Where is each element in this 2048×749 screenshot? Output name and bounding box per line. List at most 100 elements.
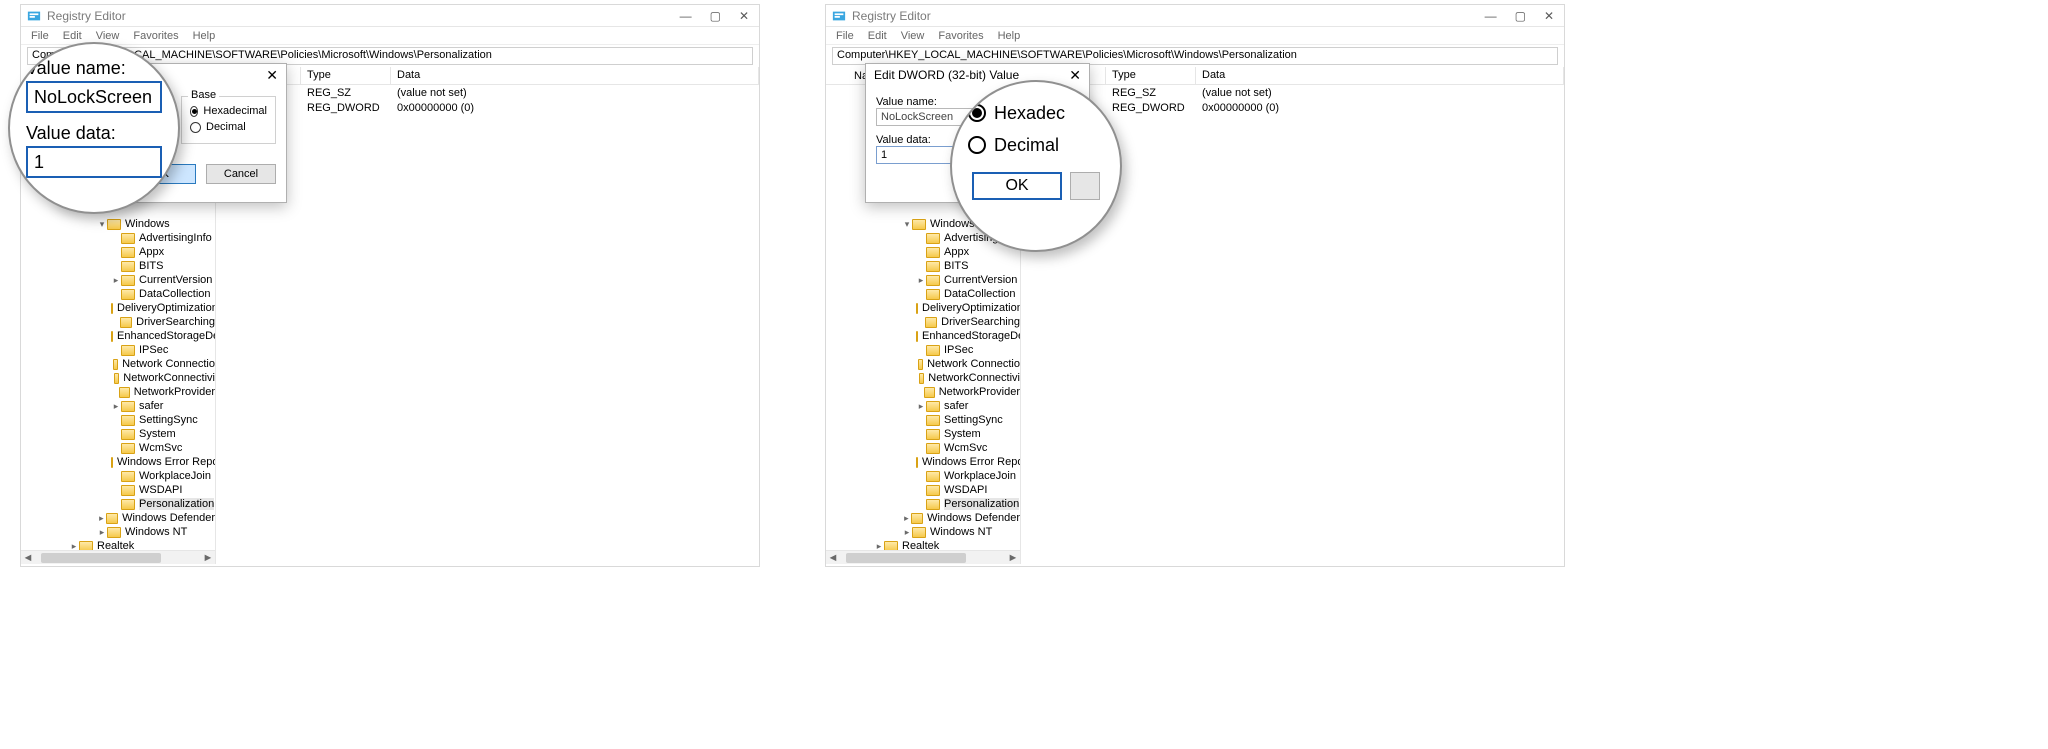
expand-chevron-icon[interactable]: ▸ xyxy=(916,275,926,286)
tree-node[interactable]: WcmSvc xyxy=(27,441,215,455)
tree-node[interactable]: ▸Windows Defender xyxy=(832,511,1020,525)
tree-node[interactable]: NetworkProvider xyxy=(27,385,215,399)
value-row[interactable]: REG_SZ(value not set) xyxy=(216,85,759,100)
col-data[interactable]: Data xyxy=(1196,67,1564,84)
cancel-button[interactable]: Cancel xyxy=(206,164,276,184)
col-data[interactable]: Data xyxy=(391,67,759,84)
tree-node[interactable]: Windows Error Repo xyxy=(832,455,1020,469)
expand-chevron-icon[interactable]: ▸ xyxy=(111,275,121,286)
maximize-button[interactable]: ▢ xyxy=(710,9,721,23)
tree-node[interactable]: SettingSync xyxy=(832,413,1020,427)
tree-node[interactable]: System xyxy=(832,427,1020,441)
tree-node[interactable]: ▸Windows NT xyxy=(27,525,215,539)
tree-node[interactable]: DriverSearching xyxy=(832,315,1020,329)
menu-favorites[interactable]: Favorites xyxy=(938,30,983,42)
radio-decimal[interactable]: Decimal xyxy=(190,119,267,135)
column-headers[interactable]: Name Type Data xyxy=(216,67,759,85)
maximize-button[interactable]: ▢ xyxy=(1515,9,1526,23)
horizontal-scrollbar[interactable]: ◄ ► xyxy=(826,550,1020,564)
expand-chevron-icon[interactable]: ▸ xyxy=(902,513,911,524)
tree-node[interactable]: WSDAPI xyxy=(27,483,215,497)
tree-node[interactable]: ▸safer xyxy=(832,399,1020,413)
tree-node-label: SettingSync xyxy=(139,414,198,426)
menu-edit[interactable]: Edit xyxy=(868,30,887,42)
expand-chevron-icon[interactable]: ▸ xyxy=(916,401,926,412)
menu-edit[interactable]: Edit xyxy=(63,30,82,42)
tree-node[interactable]: DataCollection xyxy=(27,287,215,301)
tree-node[interactable]: ▸CurrentVersion xyxy=(27,273,215,287)
magnifier-lens-left: Value name: NoLockScreen Value data: 1 xyxy=(8,42,180,214)
tree-node[interactable]: WSDAPI xyxy=(832,483,1020,497)
expand-chevron-icon[interactable]: ▾ xyxy=(97,219,107,230)
tree-node[interactable]: Personalization xyxy=(832,497,1020,511)
tree-node[interactable]: IPSec xyxy=(27,343,215,357)
tree-node[interactable]: Network Connectio xyxy=(27,357,215,371)
radio-dot-icon xyxy=(968,136,986,154)
minimize-button[interactable]: — xyxy=(680,9,692,23)
tree-node[interactable]: NetworkConnectivi xyxy=(27,371,215,385)
menubar[interactable]: File Edit View Favorites Help xyxy=(21,27,759,45)
tree-node[interactable]: WorkplaceJoin xyxy=(27,469,215,483)
scroll-right-icon[interactable]: ► xyxy=(1006,552,1020,564)
dialog-close-button[interactable]: ✕ xyxy=(1069,67,1081,84)
tree-node[interactable]: Network Connectio xyxy=(832,357,1020,371)
tree-node[interactable]: ▸Windows Defender xyxy=(27,511,215,525)
tree-node[interactable]: WcmSvc xyxy=(832,441,1020,455)
horizontal-scrollbar[interactable]: ◄ ► xyxy=(21,550,215,564)
tree-node[interactable]: Windows Error Repo xyxy=(27,455,215,469)
folder-icon xyxy=(918,359,923,370)
close-button[interactable]: ✕ xyxy=(1544,9,1554,23)
minimize-button[interactable]: — xyxy=(1485,9,1497,23)
scroll-right-icon[interactable]: ► xyxy=(201,552,215,564)
col-type[interactable]: Type xyxy=(301,67,391,84)
menu-file[interactable]: File xyxy=(31,30,49,42)
tree-node[interactable]: DataCollection xyxy=(832,287,1020,301)
expand-chevron-icon[interactable]: ▸ xyxy=(902,527,912,538)
scroll-thumb[interactable] xyxy=(41,553,161,563)
tree-node[interactable]: AdvertisingInfo xyxy=(27,231,215,245)
dialog-close-button[interactable]: ✕ xyxy=(266,67,278,84)
tree-node[interactable]: DeliveryOptimization xyxy=(27,301,215,315)
tree-node[interactable]: EnhancedStorageDe xyxy=(832,329,1020,343)
tree-node[interactable]: DeliveryOptimization xyxy=(832,301,1020,315)
expand-chevron-icon[interactable]: ▸ xyxy=(111,401,121,412)
folder-icon xyxy=(916,331,918,342)
tree-node[interactable]: ▾Windows xyxy=(27,217,215,231)
scroll-left-icon[interactable]: ◄ xyxy=(826,552,840,564)
menu-help[interactable]: Help xyxy=(193,30,216,42)
lens-radio-hex: Hexadec xyxy=(968,100,1104,126)
menu-help[interactable]: Help xyxy=(998,30,1021,42)
radio-hexadecimal[interactable]: Hexadecimal xyxy=(190,103,267,119)
expand-chevron-icon[interactable]: ▸ xyxy=(97,513,106,524)
menu-favorites[interactable]: Favorites xyxy=(133,30,178,42)
menu-view[interactable]: View xyxy=(96,30,120,42)
close-button[interactable]: ✕ xyxy=(739,9,749,23)
tree-node[interactable]: SettingSync xyxy=(27,413,215,427)
tree-node[interactable]: Personalization xyxy=(27,497,215,511)
menubar[interactable]: File Edit View Favorites Help xyxy=(826,27,1564,45)
folder-icon xyxy=(111,331,113,342)
value-data-input[interactable] xyxy=(876,146,956,164)
tree-node[interactable]: EnhancedStorageDe xyxy=(27,329,215,343)
menu-file[interactable]: File xyxy=(836,30,854,42)
folder-icon xyxy=(120,317,132,328)
tree-node[interactable]: DriverSearching xyxy=(27,315,215,329)
expand-chevron-icon[interactable]: ▾ xyxy=(902,219,912,230)
menu-view[interactable]: View xyxy=(901,30,925,42)
tree-node[interactable]: Appx xyxy=(27,245,215,259)
tree-node[interactable]: NetworkProvider xyxy=(832,385,1020,399)
tree-node[interactable]: ▸Windows NT xyxy=(832,525,1020,539)
tree-node[interactable]: NetworkConnectivi xyxy=(832,371,1020,385)
scroll-left-icon[interactable]: ◄ xyxy=(21,552,35,564)
tree-node[interactable]: BITS xyxy=(27,259,215,273)
expand-chevron-icon[interactable]: ▸ xyxy=(97,527,107,538)
scroll-thumb[interactable] xyxy=(846,553,966,563)
tree-node[interactable]: WorkplaceJoin xyxy=(832,469,1020,483)
folder-icon xyxy=(926,247,940,258)
tree-node[interactable]: ▸CurrentVersion xyxy=(832,273,1020,287)
tree-node[interactable]: ▸safer xyxy=(27,399,215,413)
tree-node[interactable]: IPSec xyxy=(832,343,1020,357)
value-row[interactable]: REG_DWORD0x00000000 (0) xyxy=(216,100,759,115)
tree-node[interactable]: BITS xyxy=(832,259,1020,273)
tree-node[interactable]: System xyxy=(27,427,215,441)
